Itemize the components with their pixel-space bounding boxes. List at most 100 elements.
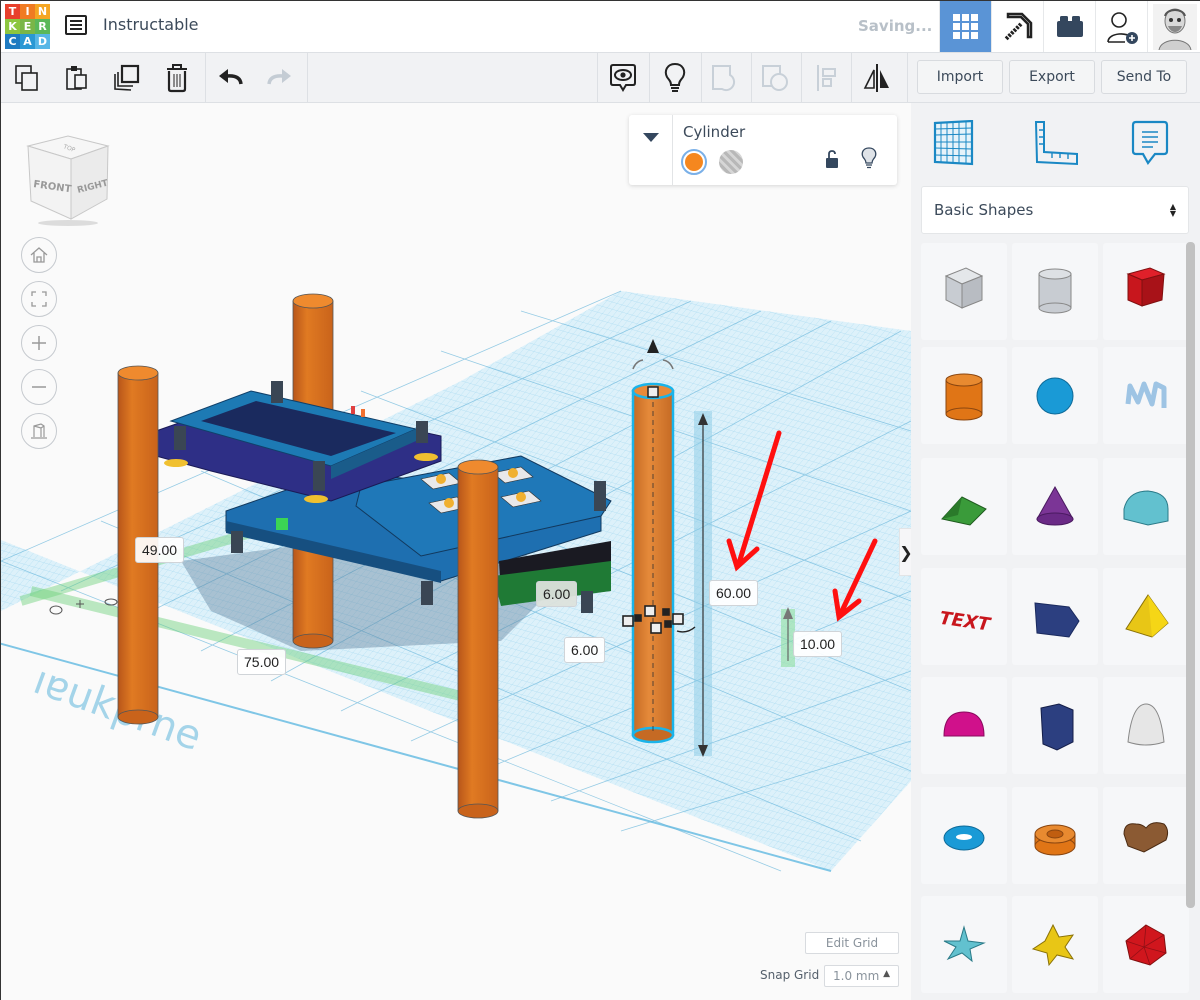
- shape-tile-pyramid[interactable]: [1103, 568, 1189, 665]
- shape-tile-box-hole[interactable]: [921, 243, 1007, 340]
- design-list-icon[interactable]: [65, 15, 87, 35]
- perspective-toggle-button[interactable]: [21, 413, 57, 449]
- invite-user-button[interactable]: [1095, 1, 1147, 52]
- cylinder-front-right[interactable]: [457, 459, 499, 819]
- tinkercad-logo[interactable]: TINKERCAD: [5, 4, 50, 49]
- shape-category-select[interactable]: Basic Shapes ▲ ▼: [921, 186, 1189, 234]
- lego-bricks-view-button[interactable]: [1043, 1, 1095, 52]
- logo-letter: K: [5, 19, 20, 34]
- shapes-panel-scrollbar[interactable]: [1186, 242, 1195, 908]
- edit-grid-button[interactable]: Edit Grid: [805, 932, 899, 954]
- hole-button[interactable]: [719, 150, 743, 174]
- pyramid-shape-icon: [1125, 593, 1169, 638]
- note-bubble-icon: [1131, 120, 1169, 165]
- shape-tile-polygon[interactable]: [1012, 677, 1098, 774]
- ungroup-button[interactable]: [757, 60, 793, 96]
- delete-button[interactable]: [159, 60, 195, 96]
- icosahedron-shape-icon: [1125, 923, 1167, 966]
- shape-tile-torus[interactable]: [921, 787, 1007, 884]
- diameter-y-input[interactable]: 6.00: [564, 637, 606, 663]
- shapes-panel: Basic Shapes ▲ ▼ TEXT: [911, 103, 1200, 1000]
- copy-icon: [15, 65, 38, 91]
- scribble-shape-icon: [1125, 381, 1167, 408]
- workplane-tab[interactable]: [929, 117, 979, 169]
- star-shape-icon: [943, 924, 986, 962]
- top-resize-handle[interactable]: [647, 386, 659, 398]
- paste-icon: [66, 66, 87, 90]
- brick-icon: [1056, 15, 1083, 37]
- copy-button[interactable]: [9, 60, 45, 96]
- send-to-button[interactable]: Send To: [1101, 60, 1187, 94]
- shape-tile-paraboloid[interactable]: [1103, 677, 1189, 774]
- cylinder-hole-shape-icon: [1038, 268, 1072, 313]
- tube-shape-icon: [1034, 824, 1076, 855]
- shape-tile-cylinder-hole[interactable]: [1012, 243, 1098, 340]
- document-title[interactable]: Instructable: [103, 15, 199, 34]
- group-button[interactable]: [707, 60, 743, 96]
- height-dimension-input[interactable]: 60.00: [709, 580, 759, 606]
- star-six-shape-icon: [1031, 923, 1075, 966]
- shape-tile-tube[interactable]: [1012, 787, 1098, 884]
- home-view-button[interactable]: [21, 237, 57, 273]
- shape-inspector: Cylinder: [629, 115, 897, 185]
- shape-notes-button[interactable]: [861, 147, 877, 173]
- shape-tile-heart[interactable]: [1103, 787, 1189, 884]
- lock-button[interactable]: [825, 149, 839, 173]
- view-cube[interactable]: FRONT RIGHT TOP: [23, 131, 113, 226]
- eye-bubble-icon: [610, 64, 636, 92]
- workplane-canvas[interactable]: ıɐukprne FRONT RIGHT TOP 49.00 75.00 6.0…: [1, 103, 911, 1000]
- workplane-icon: [933, 120, 974, 166]
- logo-letter: D: [35, 34, 50, 49]
- unlock-icon: [826, 150, 838, 168]
- zoom-out-button[interactable]: [21, 369, 57, 405]
- shape-tile-half-sphere[interactable]: [921, 677, 1007, 774]
- show-all-button[interactable]: [605, 60, 641, 96]
- paste-button[interactable]: [59, 60, 95, 96]
- shape-tile-wedge[interactable]: [1012, 568, 1098, 665]
- shape-tile-sphere[interactable]: [1012, 347, 1098, 444]
- caret-down-icon: [642, 133, 659, 142]
- wedge-shape-icon: [1034, 601, 1080, 638]
- shape-tile-scribble[interactable]: [1103, 347, 1189, 444]
- export-button[interactable]: Export: [1009, 60, 1095, 94]
- profile-button[interactable]: [1147, 1, 1200, 52]
- shape-tile-roof[interactable]: [921, 458, 1007, 555]
- snap-grid-select[interactable]: 1.0 mm ▲: [824, 965, 899, 987]
- shape-tile-round-roof[interactable]: [1103, 458, 1189, 555]
- shape-tile-box[interactable]: [1103, 243, 1189, 340]
- shape-tile-star[interactable]: [921, 896, 1007, 993]
- fit-view-button[interactable]: [21, 281, 57, 317]
- selected-cylinder[interactable]: [631, 382, 675, 744]
- diameter-x-input[interactable]: 6.00: [536, 581, 578, 607]
- redo-button[interactable]: [261, 60, 297, 96]
- import-button[interactable]: Import: [917, 60, 1003, 94]
- minecraft-view-button[interactable]: [991, 1, 1043, 52]
- length-dimension-input[interactable]: 75.00: [237, 649, 287, 675]
- 3d-design-view-button[interactable]: [939, 1, 991, 52]
- minus-icon: [32, 386, 46, 388]
- heart-shape-icon: [1123, 821, 1169, 853]
- roof-shape-icon: [941, 495, 987, 526]
- ungroup-icon: [762, 65, 788, 91]
- logo-letter: N: [35, 4, 50, 19]
- ruler-tab[interactable]: [1031, 117, 1081, 169]
- notes-button[interactable]: [657, 60, 693, 96]
- width-dimension-input[interactable]: 49.00: [135, 537, 185, 563]
- shape-tile-cylinder[interactable]: [921, 347, 1007, 444]
- logo-letter: I: [20, 4, 35, 19]
- snap-grid-value: 1.0 mm: [833, 969, 880, 983]
- undo-button[interactable]: [213, 60, 249, 96]
- solid-color-button[interactable]: [681, 149, 707, 175]
- shape-tile-text[interactable]: TEXT: [921, 568, 1007, 665]
- elevation-dimension-input[interactable]: 10.00: [793, 631, 843, 657]
- redo-icon: [267, 69, 291, 85]
- notes-tab[interactable]: [1125, 117, 1175, 169]
- align-button[interactable]: [809, 60, 845, 96]
- zoom-in-button[interactable]: [21, 325, 57, 361]
- shape-tile-cone[interactable]: [1012, 458, 1098, 555]
- shape-tile-icosahedron[interactable]: [1103, 896, 1189, 993]
- inspector-collapse-button[interactable]: [629, 115, 673, 185]
- mirror-button[interactable]: [859, 60, 895, 96]
- duplicate-button[interactable]: [109, 60, 145, 96]
- shape-tile-star-six[interactable]: [1012, 896, 1098, 993]
